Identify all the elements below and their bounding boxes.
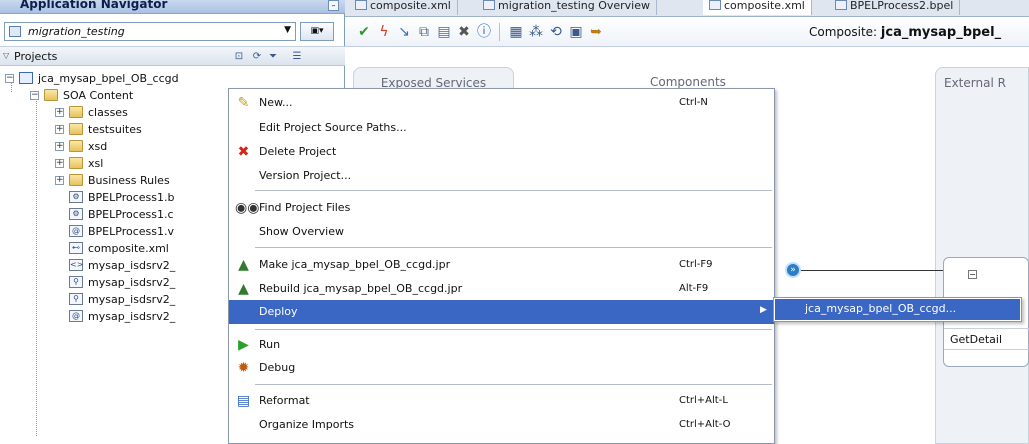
bpel-process-icon: ⚙ bbox=[69, 191, 83, 203]
menu-item-rebuild[interactable]: ▲ Rebuild jca_mysap_bpel_OB_ccgd.jpr Alt… bbox=[229, 277, 774, 301]
bpel-process-icon bbox=[835, 0, 847, 10]
expand-icon[interactable]: + bbox=[55, 176, 64, 185]
folder-icon bbox=[69, 106, 83, 118]
components-header: Components bbox=[650, 75, 726, 89]
validate-icon[interactable]: ✔ bbox=[355, 23, 373, 41]
composite-title: Composite: jca_mysap_bpel_ bbox=[809, 25, 1002, 40]
application-icon bbox=[9, 26, 21, 37]
folder-icon bbox=[69, 140, 83, 152]
external-references-header: External R bbox=[944, 76, 1006, 90]
xml-file-icon: <> bbox=[69, 259, 84, 271]
menu-item-deploy[interactable]: Deploy ▶ bbox=[229, 300, 774, 324]
submenu-item-deploy-project[interactable]: jca_mysap_bpel_OB_ccgd... bbox=[775, 299, 1020, 320]
folder-icon bbox=[69, 174, 83, 186]
component-type-icon: ⚙ bbox=[69, 208, 83, 220]
tab-composite-xml-active[interactable]: composite.xml bbox=[703, 0, 812, 15]
deploy-submenu: jca_mysap_bpel_OB_ccgd... bbox=[773, 297, 1022, 322]
menu-item-edit-source-paths[interactable]: Edit Project Source Paths... bbox=[229, 116, 774, 140]
rebuild-icon: ▲ bbox=[238, 281, 249, 297]
adapter-icon: ⚲ bbox=[69, 293, 83, 305]
menu-item-make[interactable]: ▲ Make jca_mysap_bpel_OB_ccgd.jpr Ctrl-F… bbox=[229, 253, 774, 277]
menu-item-reformat[interactable]: ▤ Reformat Ctrl+Alt-L bbox=[229, 389, 774, 413]
overview-icon bbox=[483, 0, 495, 10]
editor-tab-bar: composite.xml migration_testing Overview… bbox=[345, 0, 1029, 17]
menu-item-find-project-files[interactable]: ◉◉ Find Project Files bbox=[229, 196, 774, 220]
layout-icon[interactable]: ▦ bbox=[507, 23, 525, 41]
properties-icon[interactable]: ▣ bbox=[567, 23, 585, 41]
collapse-icon[interactable]: − bbox=[30, 91, 39, 100]
expand-icon[interactable]: + bbox=[55, 142, 64, 151]
navigator-title-bar: Application Navigator – bbox=[0, 0, 345, 14]
binoculars-icon: ◉◉ bbox=[235, 200, 260, 216]
project-properties-icon[interactable]: ⊡ bbox=[232, 50, 246, 63]
reformat-icon: ▤ bbox=[236, 393, 251, 409]
adapter-icon: ⚲ bbox=[69, 276, 83, 288]
expand-icon[interactable]: + bbox=[55, 108, 64, 117]
projects-label: Projects bbox=[14, 50, 58, 63]
tab-migration-overview[interactable]: migration_testing Overview bbox=[477, 0, 658, 15]
composite-icon bbox=[709, 0, 721, 10]
folder-icon bbox=[69, 157, 83, 169]
composite-icon bbox=[355, 0, 367, 10]
collapse-triangle-icon[interactable]: ▽ bbox=[3, 51, 9, 60]
menu-item-run[interactable]: ▶ Run bbox=[229, 333, 774, 357]
info-icon[interactable]: ⓘ bbox=[475, 23, 493, 41]
application-menu-button[interactable]: ▣▾ bbox=[300, 22, 334, 41]
network-icon[interactable]: ⁂ bbox=[527, 23, 545, 41]
menu-item-version-project[interactable]: Version Project... bbox=[229, 164, 774, 188]
refresh-icon[interactable]: ⟳ bbox=[250, 50, 264, 63]
project-context-menu: ✎ New... Ctrl-N Edit Project Source Path… bbox=[228, 88, 775, 444]
project-icon bbox=[19, 72, 33, 84]
chevron-down-icon[interactable]: ▼ bbox=[284, 25, 291, 35]
delete-icon: ✖ bbox=[237, 144, 250, 160]
expand-icon[interactable]: + bbox=[55, 125, 64, 134]
menu-item-new[interactable]: ✎ New... Ctrl-N bbox=[229, 91, 774, 115]
tab-bpelprocess2[interactable]: BPELProcess2.bpel bbox=[829, 0, 961, 15]
folder-icon bbox=[69, 123, 83, 135]
collapse-icon[interactable]: − bbox=[968, 270, 977, 279]
wire-connection[interactable] bbox=[793, 270, 960, 271]
operation-label: GetDetail bbox=[944, 328, 1029, 350]
refresh-icon[interactable]: ⟲ bbox=[547, 23, 565, 41]
expand-icon[interactable]: + bbox=[55, 159, 64, 168]
deploy-arrow-icon[interactable]: ➥ bbox=[587, 23, 605, 41]
navigator-title: Application Navigator bbox=[20, 0, 168, 11]
filter-icon[interactable]: ⏷ bbox=[266, 50, 280, 63]
lightning-icon[interactable]: ϟ bbox=[375, 23, 393, 41]
folder-icon bbox=[44, 89, 58, 101]
editor-toolbar: ✔ ϟ ↘ ⧉ ▤ ✖ ⓘ ▦ ⁂ ⟲ ▣ ➥ Composite: jca_m… bbox=[345, 17, 1029, 47]
menu-item-show-overview[interactable]: Show Overview bbox=[229, 220, 774, 244]
application-name: migration_testing bbox=[28, 25, 125, 38]
menu-item-organize-imports[interactable]: Organize Imports Ctrl+Alt-O bbox=[229, 413, 774, 437]
paste-icon[interactable]: ▤ bbox=[435, 23, 453, 41]
make-icon: ▲ bbox=[238, 257, 249, 273]
menu-item-debug[interactable]: ✹ Debug bbox=[229, 356, 774, 380]
run-icon: ▶ bbox=[238, 337, 249, 353]
sort-icon[interactable]: ☰ bbox=[290, 50, 304, 63]
debug-icon: ✹ bbox=[237, 360, 250, 376]
collapse-icon[interactable]: − bbox=[5, 74, 14, 83]
copy-icon[interactable]: ⧉ bbox=[415, 23, 433, 41]
application-selector[interactable]: migration_testing ▼ bbox=[4, 22, 296, 41]
minimize-icon[interactable]: – bbox=[328, 0, 339, 11]
composite-icon: ⊷ bbox=[69, 242, 83, 254]
wire-icon[interactable]: ↘ bbox=[395, 23, 413, 41]
tab-composite-xml[interactable]: composite.xml bbox=[349, 0, 458, 15]
menu-item-delete-project[interactable]: ✖ Delete Project bbox=[229, 140, 774, 164]
submenu-arrow-icon: ▶ bbox=[760, 305, 767, 315]
external-references-column: External R bbox=[935, 67, 1029, 444]
new-icon: ✎ bbox=[237, 95, 250, 111]
reference-pin-icon[interactable]: » bbox=[785, 262, 801, 278]
delete-icon[interactable]: ✖ bbox=[455, 23, 473, 41]
wsdl-file-icon: @ bbox=[69, 310, 83, 322]
projects-panel-header[interactable]: ▽ Projects ⊡ ⟳ ⏷ ☰ bbox=[0, 46, 345, 66]
wsdl-file-icon: @ bbox=[69, 225, 83, 237]
